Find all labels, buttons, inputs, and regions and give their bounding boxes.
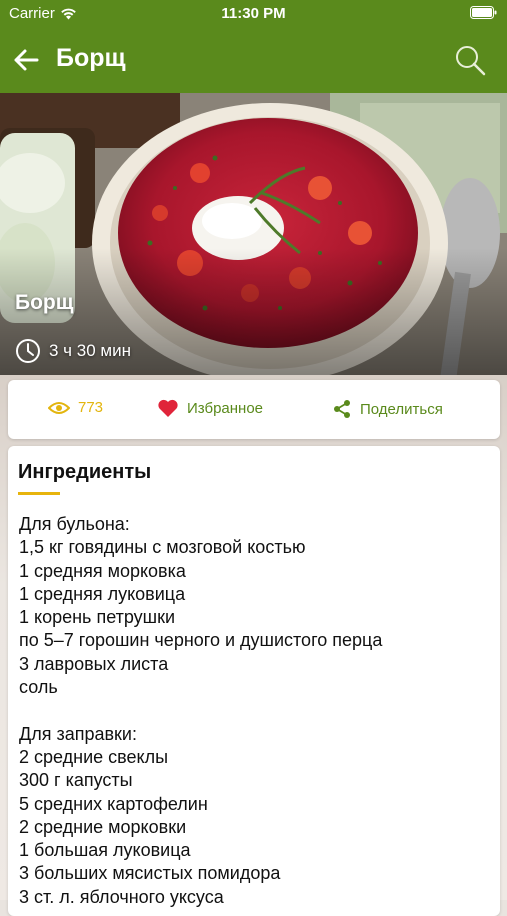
status-bar: Carrier 11:30 PM	[0, 0, 507, 27]
cook-time: 3 ч 30 мин	[15, 338, 131, 364]
favorite-label: Избранное	[187, 400, 264, 417]
clock: 11:30 PM	[221, 5, 286, 22]
ingredient-line: Для бульона:	[19, 514, 130, 534]
favorite-button[interactable]: Избранное	[157, 399, 263, 418]
battery-icon	[470, 6, 497, 19]
hero-title: Борщ	[15, 291, 74, 314]
ingredient-line: 1 большая луковица	[19, 840, 191, 861]
eye-icon	[48, 401, 70, 414]
cook-time-value: 3 ч 30 мин	[49, 341, 131, 360]
ingredient-line: 3 лавровых листа	[19, 653, 169, 674]
recipe-hero: Борщ 3 ч 30 мин	[0, 93, 507, 375]
heart-icon	[158, 399, 178, 417]
ingredient-line: 1,5 кг говядины с мозговой костью	[19, 537, 306, 558]
ingredient-line: 300 г капусты	[19, 770, 133, 791]
ingredient-line: 2 средние свеклы	[19, 746, 169, 767]
ingredient-line: 5 средних картофелин	[19, 793, 208, 814]
ingredient-line: по 5–7 горошин черного и душистого перца	[19, 630, 383, 651]
ingredient-line: соль	[19, 677, 58, 698]
views-count: 773	[78, 399, 104, 416]
share-label: Поделиться	[360, 400, 443, 418]
ingredient-line: 3 больших мясистых помидора	[19, 863, 281, 884]
ingredient-line: 1 средняя морковка	[19, 560, 186, 581]
search-icon[interactable]	[453, 43, 487, 77]
ingredients-heading: Ингредиенты	[18, 461, 152, 483]
ingredient-line: 1 корень петрушки	[19, 607, 176, 628]
ingredient-line: 3 ст. л. яблочного уксуса	[19, 886, 224, 907]
navigation-bar: Борщ	[0, 27, 507, 93]
heading-underline	[18, 492, 60, 495]
arrow-left-icon[interactable]	[10, 44, 42, 76]
action-bar: 773 Избранное Поделиться	[8, 380, 500, 439]
ingredient-line: 1 средняя луковица	[19, 583, 186, 604]
ingredients-list: Для бульона: 1,5 кг говядины с мозговой …	[19, 513, 382, 909]
share-icon	[334, 400, 350, 418]
page-title: Борщ	[56, 44, 126, 72]
ingredients-card: Ингредиенты Для бульона: 1,5 кг говядины…	[8, 446, 500, 916]
ingredient-line: 2 средние морковки	[19, 816, 187, 837]
ingredient-line: Для заправки:	[19, 723, 137, 744]
clock-icon	[16, 339, 40, 363]
borscht-photo	[0, 93, 507, 375]
ingredient-line	[19, 699, 382, 722]
views-counter: 773	[48, 399, 103, 416]
share-button[interactable]: Поделиться	[332, 399, 443, 419]
